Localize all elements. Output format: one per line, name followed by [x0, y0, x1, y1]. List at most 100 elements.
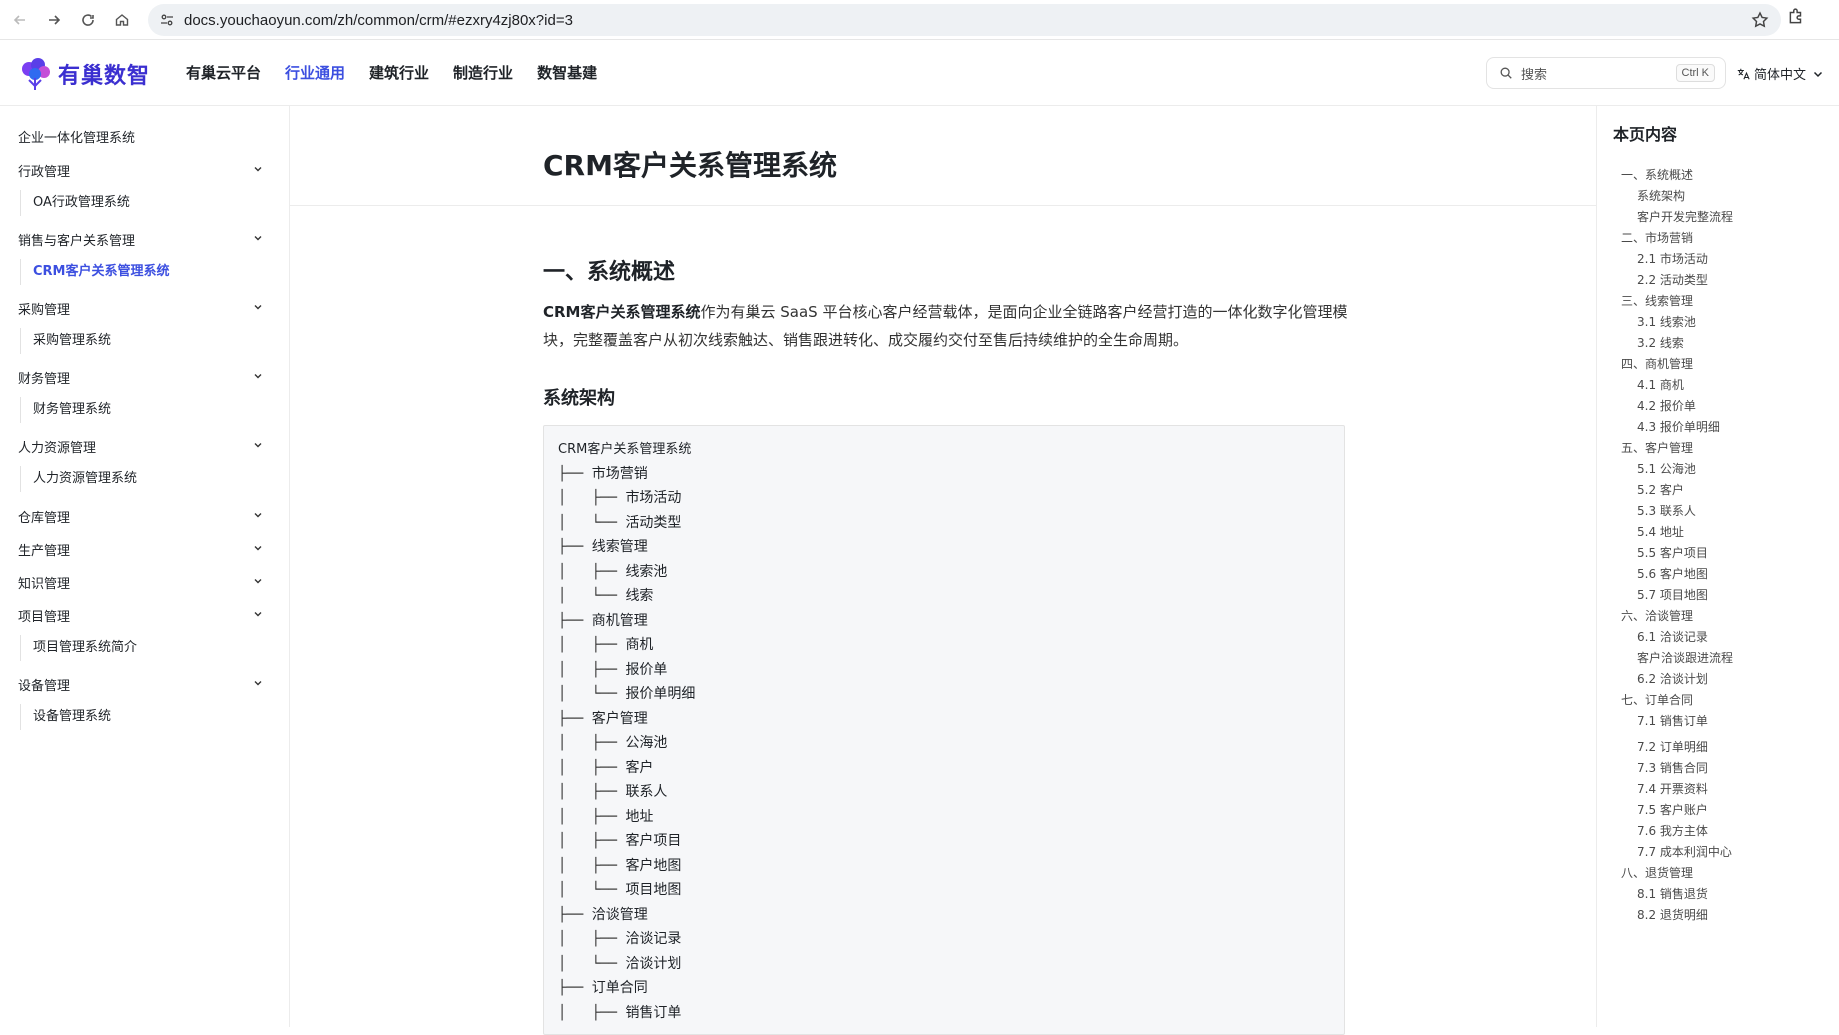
toc-item[interactable]: 八、退货管理 [1621, 864, 1693, 881]
sidebar-item-hr[interactable]: 人力资源管理 [18, 437, 263, 456]
bookmark-star-icon[interactable] [1751, 11, 1769, 33]
sidebar-item-purchase-system[interactable]: 采购管理系统 [20, 328, 111, 354]
sidebar-item-label: 设备管理 [18, 679, 71, 694]
sidebar-item-equipment-system[interactable]: 设备管理系统 [20, 704, 111, 730]
tree-line: │ ├── 报价单 [558, 658, 1330, 683]
sidebar-item-oa[interactable]: OA行政管理系统 [20, 190, 130, 216]
toc-item[interactable]: 7.3 销售合同 [1637, 759, 1708, 776]
tree-node-label: 联系人 [625, 784, 668, 800]
tree-branch: │ └── [558, 955, 626, 972]
toc-item[interactable]: 五、客户管理 [1621, 439, 1693, 456]
sidebar-item-crm[interactable]: CRM客户关系管理系统 [20, 259, 170, 285]
toc-item[interactable]: 七、订单合同 [1621, 691, 1693, 708]
toc-item[interactable]: 3.1 线索池 [1637, 313, 1696, 330]
toc-item[interactable]: 4.3 报价单明细 [1637, 418, 1720, 435]
url-text[interactable]: docs.youchaoyun.com/zh/common/crm/#ezxry… [184, 12, 573, 29]
sidebar-item-finance-system[interactable]: 财务管理系统 [20, 397, 111, 423]
logo-text: 有巢数智 [58, 64, 151, 89]
tree-node-label: 市场活动 [625, 490, 682, 506]
toc-item[interactable]: 系统架构 [1637, 187, 1685, 204]
sidebar-item-label: CRM客户关系管理系统 [33, 264, 170, 279]
site-info-icon[interactable] [152, 5, 182, 35]
toc-item[interactable]: 4.1 商机 [1637, 376, 1684, 393]
language-switcher[interactable]: 简体中文 [1736, 64, 1824, 83]
toc-item[interactable]: 5.3 联系人 [1637, 502, 1696, 519]
toc-item[interactable]: 8.2 退货明细 [1637, 906, 1708, 923]
toc-item[interactable]: 六、洽谈管理 [1621, 607, 1693, 624]
toc-item[interactable]: 7.2 订单明细 [1637, 738, 1708, 755]
toc-item[interactable]: 2.2 活动类型 [1637, 271, 1708, 288]
translate-icon [1737, 68, 1750, 79]
tree-node-label: 市场营销 [591, 465, 648, 482]
toc-item[interactable]: 5.4 地址 [1637, 523, 1684, 540]
sidebar-item-label: 采购管理 [18, 303, 71, 318]
reload-icon[interactable] [74, 6, 102, 34]
toc-item[interactable]: 7.6 我方主体 [1637, 822, 1708, 839]
sidebar-item-finance[interactable]: 财务管理 [18, 368, 263, 387]
toc-item[interactable]: 7.1 销售订单 [1637, 712, 1708, 729]
nav-youchao-platform[interactable]: 有巢云平台 [186, 62, 261, 83]
forward-icon[interactable] [40, 6, 68, 34]
tree-branch: ├── [558, 980, 592, 996]
toc-item[interactable]: 5.2 客户 [1637, 481, 1684, 498]
tree-branch: │ ├── [558, 833, 626, 849]
toc-item[interactable]: 2.1 市场活动 [1637, 250, 1708, 267]
nav-construction[interactable]: 建筑行业 [369, 62, 429, 83]
toc-item[interactable]: 4.2 报价单 [1637, 397, 1696, 414]
toc-item[interactable]: 6.1 洽谈记录 [1637, 628, 1708, 645]
sidebar-item-admin[interactable]: 行政管理 [18, 161, 263, 180]
back-icon[interactable] [6, 6, 34, 34]
sidebar-item-project-intro[interactable]: 项目管理系统简介 [20, 635, 137, 661]
chevron-down-icon [254, 374, 262, 379]
sidebar-item-sales[interactable]: 销售与客户关系管理 [18, 230, 263, 249]
toc-item[interactable]: 客户洽谈跟进流程 [1637, 649, 1733, 666]
toc-item[interactable]: 7.7 成本利润中心 [1637, 843, 1732, 860]
address-bar[interactable]: docs.youchaoyun.com/zh/common/crm/#ezxry… [148, 4, 1781, 36]
top-nav: 有巢云平台 行业通用 建筑行业 制造行业 数智基建 [186, 62, 621, 83]
toc-item[interactable]: 5.1 公海池 [1637, 460, 1696, 477]
toc-item[interactable]: 7.4 开票资料 [1637, 780, 1708, 797]
tree-branch: │ └── [558, 588, 626, 604]
toc-item[interactable]: 客户开发完整流程 [1637, 208, 1733, 225]
tree-line: │ ├── 联系人 [558, 780, 1330, 805]
search-box[interactable]: 搜索 Ctrl K [1486, 57, 1726, 89]
extensions-icon[interactable] [1787, 8, 1805, 30]
tree-node-label: 公海池 [625, 735, 668, 751]
nav-manufacturing[interactable]: 制造行业 [453, 62, 513, 83]
tree-branch: │ ├── [558, 1004, 626, 1021]
sidebar-item-project[interactable]: 项目管理 [18, 606, 263, 625]
sidebar-item-equipment[interactable]: 设备管理 [18, 675, 263, 694]
sidebar-item-enterprise[interactable]: 企业一体化管理系统 [18, 127, 263, 146]
toc-item[interactable]: 7.5 客户账户 [1637, 801, 1708, 818]
toc-title: 本页内容 [1613, 125, 1678, 144]
architecture-code-block: CRM客户关系管理系统 ├── 市场营销 │ ├── 市场活动 │ └── 活动类型 ├… [543, 425, 1345, 1035]
sidebar-item-knowledge[interactable]: 知识管理 [18, 573, 263, 592]
tree-branch: ├── [558, 906, 592, 923]
toc-item[interactable]: 四、商机管理 [1621, 355, 1693, 372]
tree-branch: │ ├── [558, 931, 626, 947]
toc-item[interactable]: 5.7 项目地图 [1637, 586, 1708, 603]
sidebar-item-purchase[interactable]: 采购管理 [18, 299, 263, 318]
toc-item[interactable]: 二、市场营销 [1621, 229, 1693, 246]
tree-node-label: 客户项目 [625, 833, 682, 849]
toc-item[interactable]: 6.2 洽谈计划 [1637, 670, 1708, 687]
sidebar-item-label: OA行政管理系统 [33, 195, 130, 210]
toc-item[interactable]: 一、系统概述 [1621, 166, 1693, 183]
sidebar-item-label: 生产管理 [18, 544, 71, 559]
sidebar: 企业一体化管理系统 行政管理 OA行政管理系统 销售与客户关系管理 CRM客户关… [0, 106, 290, 1027]
sidebar-item-hr-system[interactable]: 人力资源管理系统 [20, 466, 137, 492]
toc-item[interactable]: 8.1 销售退货 [1637, 885, 1708, 902]
site-logo[interactable]: 有巢数智 [16, 54, 150, 94]
toc-item[interactable]: 5.6 客户地图 [1637, 565, 1708, 582]
sidebar-item-warehouse[interactable]: 仓库管理 [18, 507, 263, 526]
toc-item[interactable]: 三、线索管理 [1621, 292, 1693, 309]
nav-industry-general[interactable]: 行业通用 [285, 62, 345, 83]
toc-item[interactable]: 3.2 线索 [1637, 334, 1684, 351]
toc-item[interactable]: 5.5 客户项目 [1637, 544, 1708, 561]
tree-branch: ├── [558, 465, 592, 482]
tree-node-label: 线索管理 [591, 539, 648, 555]
nav-digital-infra[interactable]: 数智基建 [537, 62, 597, 83]
chevron-down-icon [1813, 71, 1823, 77]
sidebar-item-production[interactable]: 生产管理 [18, 540, 263, 559]
home-icon[interactable] [108, 6, 136, 34]
